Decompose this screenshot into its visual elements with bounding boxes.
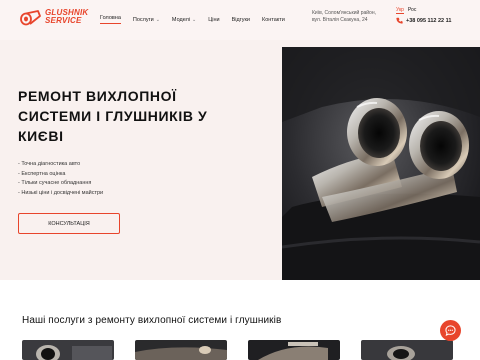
service-card[interactable]	[135, 340, 227, 360]
exhaust-pipes-photo	[282, 47, 480, 280]
logo-text-line2: SERVICE	[45, 16, 82, 25]
chat-icon	[445, 325, 456, 336]
hero-features: - Точна діагностика авто - Експертна оці…	[18, 160, 103, 198]
services-heading: Наші послуги з ремонту вихлопної системи…	[22, 315, 282, 326]
service-card-image	[361, 340, 453, 360]
service-card-image	[248, 340, 340, 360]
phone-icon	[396, 17, 403, 24]
address: Київ, Солом'янський район, вул. Віталія …	[312, 10, 376, 24]
nav-home[interactable]: Головна	[100, 15, 121, 24]
service-card-image	[22, 340, 114, 360]
address-line1: Київ, Солом'янський район,	[312, 10, 376, 16]
exhaust-photo-illustration	[282, 47, 480, 280]
phone-link[interactable]: +38 095 112 22 11	[396, 17, 451, 24]
lang-ukr[interactable]: Укр	[396, 7, 404, 14]
lang-rus[interactable]: Рос	[408, 7, 416, 14]
nav-models[interactable]: Моделі ⌄	[172, 17, 196, 23]
feature-item: - Точна діагностика авто	[18, 161, 81, 167]
chevron-down-icon: ⌄	[155, 16, 160, 23]
hero-title: РЕМОНТ ВИХЛОПНОЇ СИСТЕМИ І ГЛУШНИКІВ У К…	[18, 88, 208, 144]
feature-item: - Тільки сучасне обладнання	[18, 180, 92, 186]
feature-item: - Експертна оцінка	[18, 170, 66, 177]
service-card-image	[135, 340, 227, 360]
language-switcher: Укр Рос	[396, 7, 420, 14]
service-card[interactable]	[22, 340, 114, 360]
address-line2: вул. Віталія Скакуна, 24	[312, 17, 368, 23]
nav-prices[interactable]: Ціни	[208, 17, 219, 23]
muffler-logo-icon	[20, 10, 41, 26]
nav-reviews[interactable]: Відгуки	[232, 17, 250, 23]
hero-section: РЕМОНТ ВИХЛОПНОЇ СИСТЕМИ І ГЛУШНИКІВ У К…	[0, 40, 480, 280]
consultation-button[interactable]: КОНСУЛЬТАЦІЯ	[18, 213, 120, 234]
nav-services[interactable]: Послуги ⌄	[133, 17, 160, 23]
main-nav: Головна Послуги ⌄ Моделі ⌄ Ціни Відгуки …	[100, 15, 297, 24]
service-card[interactable]	[361, 340, 453, 360]
services-section: Наші послуги з ремонту вихлопної системи…	[0, 280, 480, 360]
service-card[interactable]	[248, 340, 340, 360]
nav-services-label: Послуги	[132, 16, 154, 23]
chat-button[interactable]	[440, 320, 461, 341]
chevron-down-icon: ⌄	[192, 16, 197, 23]
logo[interactable]: GLUSHNIK SERVICE	[20, 8, 88, 26]
nav-contacts[interactable]: Контакти	[262, 17, 285, 23]
nav-models-label: Моделі	[171, 16, 191, 23]
feature-item: - Низькі ціни і досвідчені майстри	[18, 189, 104, 196]
site-header: GLUSHNIK SERVICE Головна Послуги ⌄ Модел…	[0, 0, 480, 40]
phone-number: +38 095 112 22 11	[406, 17, 452, 24]
